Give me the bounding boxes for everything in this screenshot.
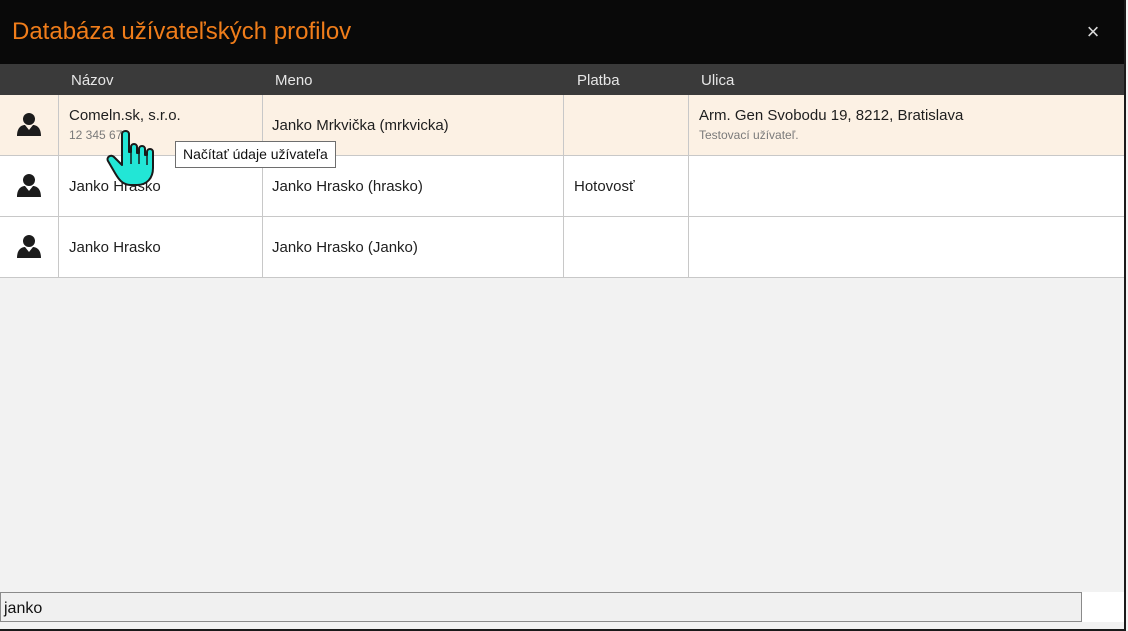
table-row[interactable]: Janko Hrasko Janko Hrasko (Janko) <box>0 217 1124 278</box>
row-meno-cell[interactable]: Janko Hrasko (Janko) <box>263 217 564 277</box>
row-icon-cell <box>0 156 59 216</box>
dialog-titlebar: Databáza užívateľských profilov × <box>0 0 1124 64</box>
row-meno: Janko Mrkvička (mrkvicka) <box>272 117 449 134</box>
search-button-area[interactable] <box>1082 592 1124 622</box>
table-row[interactable]: Janko Hrasko Janko Hrasko (hrasko) Hotov… <box>0 156 1124 217</box>
row-platba: Hotovosť <box>574 178 635 195</box>
user-profiles-dialog: Databáza užívateľských profilov × Názov … <box>0 0 1126 631</box>
row-icon-cell <box>0 95 59 155</box>
row-name: Comeln.sk, s.r.o. <box>69 107 181 124</box>
row-ulica-cell[interactable] <box>689 217 1124 277</box>
dialog-title: Databáza užívateľských profilov <box>12 18 352 45</box>
row-ulica-cell[interactable] <box>689 156 1124 216</box>
hand-pointer-cursor-icon <box>106 130 154 186</box>
row-platba-cell[interactable] <box>564 217 689 277</box>
row-platba-cell[interactable]: Hotovosť <box>564 156 689 216</box>
column-header-ulica[interactable]: Ulica <box>701 72 734 89</box>
user-icon <box>17 174 41 197</box>
row-ulica-sub: Testovací užívateľ. <box>699 128 799 142</box>
row-platba-cell[interactable] <box>564 95 689 155</box>
row-meno: Janko Hrasko (Janko) <box>272 239 418 256</box>
row-ulica-cell[interactable]: Arm. Gen Svobodu 19, 8212, Bratislava Te… <box>689 95 1124 155</box>
load-user-tooltip: Načítať údaje užívateľa <box>175 141 336 168</box>
table-row[interactable]: Comeln.sk, s.r.o. 12 345 67 Janko Mrkvič… <box>0 95 1124 156</box>
column-header-platba[interactable]: Platba <box>577 72 620 89</box>
search-input[interactable]: janko <box>0 592 1082 622</box>
row-icon-cell <box>0 217 59 277</box>
user-icon <box>17 235 41 258</box>
close-icon[interactable]: × <box>1082 20 1104 44</box>
row-name-cell[interactable]: Janko Hrasko <box>59 217 263 277</box>
table-header: Názov Meno Platba Ulica <box>0 64 1124 95</box>
table-body: Comeln.sk, s.r.o. 12 345 67 Janko Mrkvič… <box>0 95 1124 278</box>
user-icon <box>17 113 41 136</box>
column-header-meno[interactable]: Meno <box>275 72 313 89</box>
row-meno: Janko Hrasko (hrasko) <box>272 178 423 195</box>
row-ulica: Arm. Gen Svobodu 19, 8212, Bratislava <box>699 107 964 124</box>
column-header-nazov[interactable]: Názov <box>71 72 114 89</box>
row-name: Janko Hrasko <box>69 239 161 256</box>
